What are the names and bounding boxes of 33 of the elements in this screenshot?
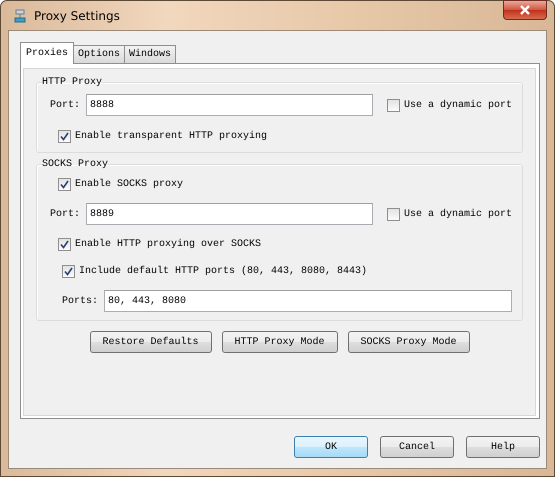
checkbox[interactable] [386, 98, 400, 112]
port-field[interactable]: 8888 [86, 94, 373, 116]
checkbox-label[interactable]: Include default HTTP ports (80, 443, 8080, 8443) [79, 266, 368, 276]
checkbox[interactable] [58, 178, 71, 190]
tab[interactable]: Options [73, 45, 126, 63]
checkbox-label[interactable]: Enable transparent HTTP proxying [75, 130, 268, 142]
checkbox[interactable] [386, 208, 400, 220]
tab[interactable]: Proxies [20, 42, 74, 64]
checkbox-label[interactable]: Use a dynamic port [404, 208, 512, 220]
tab[interactable]: Windows [124, 45, 176, 63]
checkbox-label[interactable]: Enable HTTP proxying over SOCKS [75, 238, 262, 250]
mode-button[interactable]: SOCKS Proxy Mode [348, 331, 470, 353]
field-label: Port: [50, 100, 80, 110]
group-title: HTTP Proxy [42, 77, 102, 88]
dialog-button[interactable]: Help [466, 436, 540, 458]
window-title: Proxy Settings [34, 8, 120, 22]
dialog-button[interactable]: Cancel [380, 436, 454, 458]
checkbox-label[interactable]: Use a dynamic port [404, 100, 512, 110]
checkbox[interactable] [58, 130, 71, 142]
port-field[interactable]: 8889 [86, 203, 373, 225]
app-icon [12, 8, 28, 24]
mode-button[interactable]: HTTP Proxy Mode [222, 331, 338, 353]
close-button[interactable] [503, 0, 547, 20]
port-field[interactable]: 80, 443, 8080 [104, 290, 512, 312]
mode-button[interactable]: Restore Defaults [90, 331, 212, 353]
close-icon [519, 5, 531, 15]
dialog-button[interactable]: OK [294, 436, 368, 458]
checkbox-label[interactable]: Enable SOCKS proxy [75, 178, 184, 190]
field-label: Ports: [62, 296, 98, 306]
checkbox[interactable] [62, 264, 75, 278]
group-title: SOCKS Proxy [42, 159, 108, 170]
field-label: Port: [50, 208, 80, 220]
checkbox[interactable] [58, 238, 71, 250]
